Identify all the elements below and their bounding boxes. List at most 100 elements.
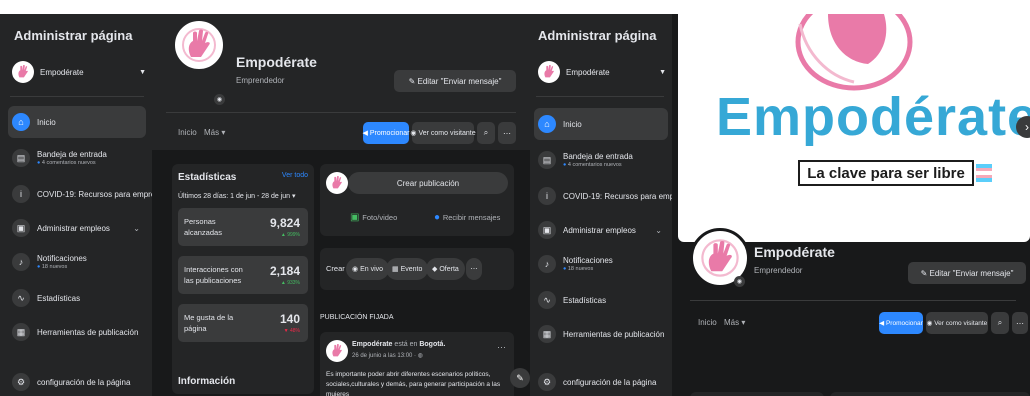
gear-icon: ⚙: [12, 373, 30, 391]
hand-logo-icon: [332, 176, 342, 189]
stat-delta: ▲ 999%: [280, 232, 300, 238]
page-category: Emprendedor: [236, 76, 285, 85]
briefcase-icon: ▣: [12, 219, 30, 237]
create-actions-card: Crear ◉ En vivo ▦ Evento ◆ Oferta ⋯: [320, 248, 514, 290]
sidebar-item-label: Estadísticas: [563, 295, 607, 305]
post-location[interactable]: Bogotá.: [419, 341, 445, 348]
sidebar-item-publishing-tools[interactable]: ▦ Herramientas de publicación: [8, 316, 146, 348]
camera-icon[interactable]: ◉: [734, 276, 745, 287]
hand-logo-icon: [18, 65, 28, 78]
promote-button[interactable]: ◀ Promocionar: [362, 122, 410, 144]
tab-more[interactable]: Más ▾: [724, 318, 745, 327]
stat-delta: ▲ 933%: [280, 280, 300, 286]
post-author[interactable]: Empodérate: [352, 341, 392, 348]
pinned-section-label: PUBLICACIÓN FIJADA: [320, 314, 394, 321]
stat-value: 140: [279, 312, 300, 326]
page-switcher[interactable]: Empodérate ▼: [12, 58, 146, 86]
sidebar-item-inbox[interactable]: ▤ Bandeja de entrada ● 4 comentarios nue…: [534, 144, 668, 176]
sidebar-item-notifications[interactable]: ♪ Notificaciones ● 18 nuevos: [534, 248, 668, 280]
camera-icon: ◉: [997, 219, 1006, 226]
tab-inicio[interactable]: Inicio: [698, 318, 717, 327]
more-options-button[interactable]: ⋯: [498, 122, 516, 144]
sidebar-item-jobs[interactable]: ▣ Administrar empleos ⌄: [534, 214, 668, 246]
search-icon: ⌕: [997, 318, 1003, 327]
sidebar: Administrar página Empodérate ▼ ⌂ Inicio…: [0, 14, 168, 396]
view-as-visitor-button[interactable]: ◉ Ver como visitante: [926, 312, 988, 334]
page-switcher[interactable]: Empodérate ▼: [538, 58, 666, 86]
stats-title: Estadísticas: [178, 172, 237, 183]
search-button[interactable]: ⌕: [477, 122, 495, 144]
sidebar-item-jobs[interactable]: ▣ Administrar empleos ⌄: [8, 212, 146, 244]
post-text: Es importante poder abrir diferentes esc…: [326, 371, 501, 396]
edit-cover-button[interactable]: ◉ Editar: [998, 218, 1024, 226]
promote-button[interactable]: ◀ Promocionar: [879, 312, 923, 334]
page-avatar[interactable]: [172, 18, 226, 72]
sidebar-item-label: Bandeja de entrada: [563, 152, 633, 161]
sidebar-item-notifications[interactable]: ♪ Notificaciones ● 18 nuevos: [8, 246, 146, 278]
search-button[interactable]: ⌕: [991, 312, 1009, 334]
sidebar-item-label: Administrar empleos: [563, 225, 636, 235]
new-message-button[interactable]: ✎: [510, 368, 530, 388]
sidebar-item-label: Notificaciones: [563, 256, 613, 265]
stat-reach[interactable]: Personas alcanzadas 9,824 ▲ 999%: [178, 208, 308, 246]
caret-down-icon: ▼: [659, 68, 666, 76]
briefcase-icon: ▣: [538, 221, 556, 239]
chart-icon: ∿: [12, 289, 30, 307]
more-icon[interactable]: ⋯: [497, 342, 506, 353]
tab-more[interactable]: Más ▾: [204, 128, 225, 137]
see-all-link[interactable]: Ver todo: [282, 172, 308, 179]
sidebar-item-inbox[interactable]: ▤ Bandeja de entrada ● 4 comentarios nue…: [8, 142, 146, 174]
more-options-button[interactable]: ⋯: [1012, 312, 1028, 334]
photo-icon: ▣: [350, 212, 363, 223]
tab-inicio[interactable]: Inicio: [178, 128, 197, 137]
sidebar-title: Administrar página: [538, 28, 657, 43]
stat-engagement[interactable]: Interacciones con las publicaciones 2,18…: [178, 256, 308, 294]
sidebar-title: Administrar página: [14, 28, 133, 43]
sidebar-item-sub: 4 comentarios nuevos: [567, 162, 622, 168]
hand-logo-icon: [701, 239, 739, 277]
stats-range[interactable]: Últimos 28 días: 1 de jun - 28 de jun ▾: [178, 192, 296, 200]
sidebar-item-settings[interactable]: ⚙ configuración de la página: [8, 366, 146, 396]
post-date[interactable]: 26 de junio a las 13:00 · ◍: [352, 352, 423, 359]
stat-label: Personas alcanzadas: [184, 217, 222, 237]
camera-icon[interactable]: ◉: [214, 94, 225, 105]
sidebar-item-publishing-tools[interactable]: ▦ Herramientas de publicación: [534, 318, 668, 350]
more-icon: ⋯: [503, 128, 511, 138]
sidebar: Administrar página Empodérate ▼ ⌂ Inicio…: [530, 14, 694, 396]
sidebar-item-label: Notificaciones: [37, 254, 87, 263]
sidebar-item-settings[interactable]: ⚙ configuración de la página: [534, 366, 668, 396]
event-button[interactable]: ▦ Evento: [386, 258, 429, 280]
page-header: ◉ Empodérate Emprendedor ✎ Editar "Envia…: [152, 14, 530, 150]
edit-send-message-button[interactable]: ✎ Editar "Enviar mensaje": [394, 70, 516, 92]
search-icon: ⌕: [483, 128, 489, 137]
sidebar-item-label: Estadísticas: [37, 293, 81, 303]
avatar: [326, 172, 348, 194]
page-title: Empodérate: [754, 244, 835, 260]
sidebar-item-inicio[interactable]: ⌂ Inicio: [534, 108, 668, 140]
cover-photo[interactable]: Empodérate La clave para ser libre ◉ Edi…: [678, 14, 1030, 242]
view-as-visitor-button[interactable]: ◉ Ver como visitante: [410, 122, 476, 144]
edit-send-message-button[interactable]: ✎ Editar "Enviar mensaje": [908, 262, 1026, 284]
sidebar-item-label: Herramientas de publicación: [563, 329, 665, 339]
inbox-icon: ▤: [12, 149, 30, 167]
screenshot-left: Administrar página Empodérate ▼ ⌂ Inicio…: [0, 14, 530, 396]
more-create-button[interactable]: ⋯: [466, 258, 482, 280]
megaphone-icon: ◀: [362, 130, 370, 137]
sidebar-item-insights[interactable]: ∿ Estadísticas: [8, 282, 146, 314]
create-post-input[interactable]: Crear publicación: [348, 172, 508, 194]
sidebar-item-covid[interactable]: i COVID-19: Recursos para empresas: [8, 178, 168, 210]
page-title: Empodérate: [236, 54, 317, 70]
stat-likes[interactable]: Me gusta de la página 140 ▼ 48%: [178, 304, 308, 342]
offer-button[interactable]: ◆ Oferta: [426, 258, 465, 280]
sidebar-item-insights[interactable]: ∿ Estadísticas: [534, 284, 668, 316]
photo-video-button[interactable]: ▣ Foto/video: [350, 212, 397, 223]
info-icon: i: [538, 187, 556, 205]
more-icon: ⋯: [470, 266, 478, 273]
get-messages-button[interactable]: ● Recibir mensajes: [434, 212, 500, 223]
tools-icon: ▦: [538, 325, 556, 343]
pencil-icon: ✎: [920, 268, 930, 278]
sidebar-item-inicio[interactable]: ⌂ Inicio: [8, 106, 146, 138]
divider: [166, 112, 516, 113]
sidebar-item-covid[interactable]: i COVID-19: Recursos para empresas: [534, 180, 694, 212]
live-button[interactable]: ◉ En vivo: [346, 258, 390, 280]
